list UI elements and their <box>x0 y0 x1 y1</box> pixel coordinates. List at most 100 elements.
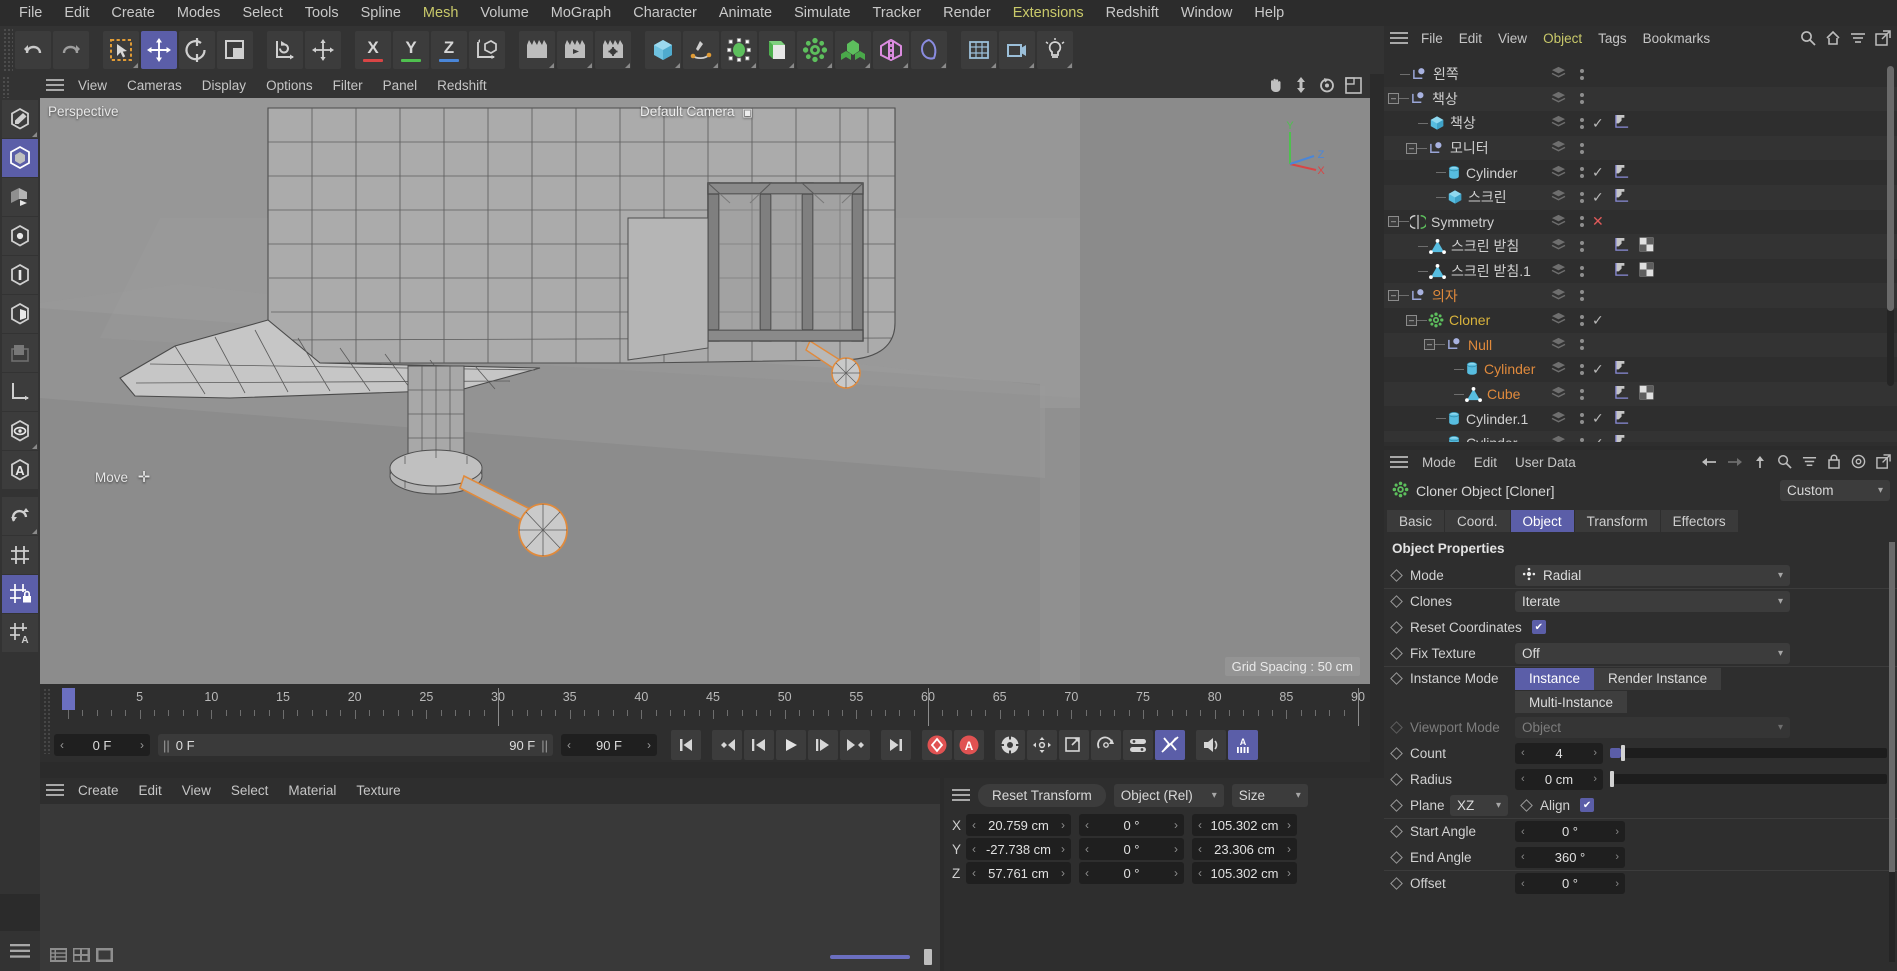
coordinate-size-field-x[interactable]: ‹ 105.302 cm › <box>1192 814 1297 836</box>
menu-item-render[interactable]: Render <box>932 0 1002 26</box>
keyframe-diamond-icon[interactable] <box>1390 850 1403 864</box>
timeline-grip[interactable] <box>43 688 51 754</box>
object-tree-row[interactable]: Cylinder ✓ <box>1384 357 1897 382</box>
preview-next-arrow[interactable]: › <box>647 738 651 752</box>
material-tag-icon[interactable] <box>1615 360 1630 378</box>
undo-button[interactable] <box>15 31 51 69</box>
tree-expander-icon[interactable]: – <box>1424 339 1435 351</box>
visibility-dots-icon[interactable] <box>1580 388 1584 400</box>
back-arrow-icon[interactable] <box>1701 455 1717 472</box>
prop-count-slider[interactable] <box>1610 745 1887 761</box>
frame-next-arrow[interactable]: › <box>140 738 144 752</box>
prop-fix-texture-dropdown[interactable]: Off ▾ <box>1515 642 1790 664</box>
attribute-tab-object[interactable]: Object <box>1510 510 1574 532</box>
mograph-effector-button[interactable] <box>835 31 871 69</box>
scale-key-toggle[interactable] <box>1059 730 1089 760</box>
object-tree-row[interactable]: – Symmetry ✕ <box>1384 209 1897 235</box>
prop-align-checkbox[interactable]: ✔ <box>1580 798 1595 812</box>
end-angle-increase-arrow[interactable]: › <box>1615 851 1619 863</box>
preview-end-field[interactable]: ‹ 90 F › <box>561 734 657 756</box>
material-menu-create[interactable]: Create <box>68 778 129 804</box>
increase-arrow[interactable]: › <box>1174 818 1178 832</box>
material-menu-edit[interactable]: Edit <box>129 778 172 804</box>
render-settings-button[interactable] <box>595 31 631 69</box>
render-view-button[interactable] <box>519 31 555 69</box>
increase-arrow[interactable]: › <box>1061 818 1065 832</box>
viewport-3d-canvas[interactable]: Perspective Default Camera ▣ Move ✛ Grid… <box>40 98 1370 684</box>
menu-item-edit[interactable]: Edit <box>53 0 100 26</box>
visibility-dots-icon[interactable] <box>1580 216 1584 228</box>
world-coordinate-toggle[interactable] <box>469 31 505 69</box>
object-tree-row[interactable]: 스크린 받침.1 <box>1384 258 1897 284</box>
object-tree-row[interactable]: 스크린 ✓ <box>1384 184 1897 210</box>
coordinate-size-field-z[interactable]: ‹ 105.302 cm › <box>1192 862 1297 884</box>
object-tree-row[interactable]: – 책상 <box>1384 86 1897 112</box>
viewport-menu-filter[interactable]: Filter <box>323 74 373 98</box>
object-tree-row[interactable]: Cylinder ✓ <box>1384 160 1897 185</box>
material-tag-icon[interactable] <box>1615 237 1630 255</box>
render-to-picture-viewer-button[interactable] <box>557 31 593 69</box>
menu-item-modes[interactable]: Modes <box>166 0 232 26</box>
instance-mode-render-instance-button[interactable]: Render Instance <box>1594 667 1722 690</box>
layer-icon[interactable] <box>1551 435 1566 442</box>
timeline-ruler[interactable]: 051015202530354045505560657075808590 <box>62 686 1365 728</box>
object-axis-mode-icon[interactable] <box>2 178 38 216</box>
workplane-grid-icon[interactable] <box>2 536 38 574</box>
layer-icon[interactable] <box>1551 337 1566 353</box>
camera-object-button[interactable] <box>999 31 1035 69</box>
uv-tag-icon[interactable] <box>1639 385 1654 403</box>
enabled-check-icon[interactable]: ✓ <box>1592 164 1604 181</box>
attribute-tab-coord[interactable]: Coord. <box>1445 510 1510 532</box>
menu-item-tools[interactable]: Tools <box>294 0 350 26</box>
layer-icon[interactable] <box>1551 361 1566 377</box>
prop-plane-dropdown[interactable]: XZ ▾ <box>1450 794 1508 816</box>
open-new-window-icon[interactable] <box>1875 30 1891 49</box>
y-axis-lock[interactable]: Y <box>393 31 429 69</box>
menu-item-window[interactable]: Window <box>1170 0 1244 26</box>
tree-expander-icon[interactable]: – <box>1388 93 1399 105</box>
material-menu-material[interactable]: Material <box>278 778 346 804</box>
layer-icon[interactable] <box>1551 411 1566 427</box>
attribute-hamburger-icon[interactable] <box>1390 455 1408 471</box>
home-icon[interactable] <box>1825 30 1841 49</box>
menu-item-help[interactable]: Help <box>1243 0 1295 26</box>
keyframe-diamond-icon[interactable] <box>1390 798 1403 812</box>
tree-expander-icon[interactable]: – <box>1406 314 1417 326</box>
layer-icon[interactable] <box>1551 189 1566 205</box>
uv-tag-icon[interactable] <box>1639 237 1654 255</box>
material-preview-size-slider[interactable] <box>830 949 932 965</box>
coordinate-rotation-field-x[interactable]: ‹ 0 ° › <box>1079 814 1184 836</box>
material-menu-texture[interactable]: Texture <box>346 778 410 804</box>
increase-arrow[interactable]: › <box>1287 866 1291 880</box>
increase-arrow[interactable]: › <box>1174 866 1178 880</box>
prop-radius-slider[interactable] <box>1610 771 1887 787</box>
rotate-view-icon[interactable] <box>1318 76 1336 97</box>
object-tree-row[interactable]: – Cloner ✓ <box>1384 307 1897 333</box>
material-tag-icon[interactable] <box>1615 164 1630 182</box>
offset-increase-arrow[interactable]: › <box>1615 878 1619 890</box>
mograph-cloner-button[interactable] <box>797 31 833 69</box>
material-swatch-area[interactable] <box>40 804 940 971</box>
object-menu-bookmarks[interactable]: Bookmarks <box>1635 26 1719 52</box>
object-tree-row[interactable]: – Null <box>1384 332 1897 358</box>
up-level-icon[interactable] <box>1753 455 1767 472</box>
prop-radius-field[interactable]: ‹ 0 cm › <box>1515 768 1603 790</box>
layer-icon[interactable] <box>1551 238 1566 254</box>
keyframe-diamond-icon[interactable] <box>1390 646 1403 660</box>
floor-grid-button[interactable] <box>961 31 997 69</box>
material-list-view-icon[interactable] <box>50 948 67 965</box>
viewport-menu-cameras[interactable]: Cameras <box>117 74 192 98</box>
range-start-handle[interactable]: || <box>163 738 170 753</box>
object-menu-file[interactable]: File <box>1413 26 1451 52</box>
material-tag-icon[interactable] <box>1615 385 1630 403</box>
visibility-dots-icon[interactable] <box>1580 339 1584 351</box>
menu-item-character[interactable]: Character <box>622 0 708 26</box>
tree-expander-icon[interactable]: – <box>1388 290 1399 302</box>
keyframe-diamond-icon[interactable] <box>1520 798 1533 812</box>
material-menu-select[interactable]: Select <box>221 778 279 804</box>
visibility-dots-icon[interactable] <box>1580 117 1584 129</box>
instance-mode-multi-instance-button[interactable]: Multi-Instance <box>1515 691 1628 713</box>
dolly-view-icon[interactable] <box>1293 76 1309 97</box>
field-object-button[interactable] <box>911 31 947 69</box>
layer-icon[interactable] <box>1551 263 1566 279</box>
